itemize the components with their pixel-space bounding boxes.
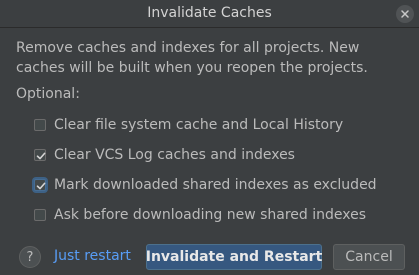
help-button[interactable]: ?: [19, 246, 41, 268]
checkbox[interactable]: [34, 119, 46, 131]
option-label: Mark downloaded shared indexes as exclud…: [54, 177, 377, 193]
option-clear-vcs-log[interactable]: Clear VCS Log caches and indexes: [34, 145, 295, 165]
close-icon: [401, 10, 409, 18]
checkbox[interactable]: [34, 209, 46, 221]
description-line-2: caches will be built when you reopen the…: [16, 60, 368, 76]
invalidate-caches-dialog: Invalidate Caches Remove caches and inde…: [0, 0, 419, 275]
checkbox[interactable]: [34, 149, 46, 161]
close-button[interactable]: [396, 5, 414, 23]
checkmark-icon: [36, 182, 46, 190]
option-clear-fs-cache[interactable]: Clear file system cache and Local Histor…: [34, 115, 343, 135]
invalidate-and-restart-button[interactable]: Invalidate and Restart: [146, 244, 322, 270]
description-text: Remove caches and indexes for all projec…: [16, 38, 411, 78]
option-mark-shared-indexes[interactable]: Mark downloaded shared indexes as exclud…: [34, 175, 377, 195]
just-restart-link[interactable]: Just restart: [54, 248, 131, 264]
checkmark-icon: [36, 152, 46, 160]
optional-heading: Optional:: [16, 86, 80, 102]
title-bar: Invalidate Caches: [0, 0, 419, 28]
cancel-button[interactable]: Cancel: [333, 244, 405, 270]
option-label: Ask before downloading new shared indexe…: [54, 207, 367, 223]
option-ask-before-download[interactable]: Ask before downloading new shared indexe…: [34, 205, 366, 225]
description-line-1: Remove caches and indexes for all projec…: [16, 40, 360, 56]
checkbox[interactable]: [34, 179, 46, 191]
option-label: Clear VCS Log caches and indexes: [54, 147, 295, 163]
option-label: Clear file system cache and Local Histor…: [54, 117, 344, 133]
dialog-title: Invalidate Caches: [147, 5, 272, 21]
